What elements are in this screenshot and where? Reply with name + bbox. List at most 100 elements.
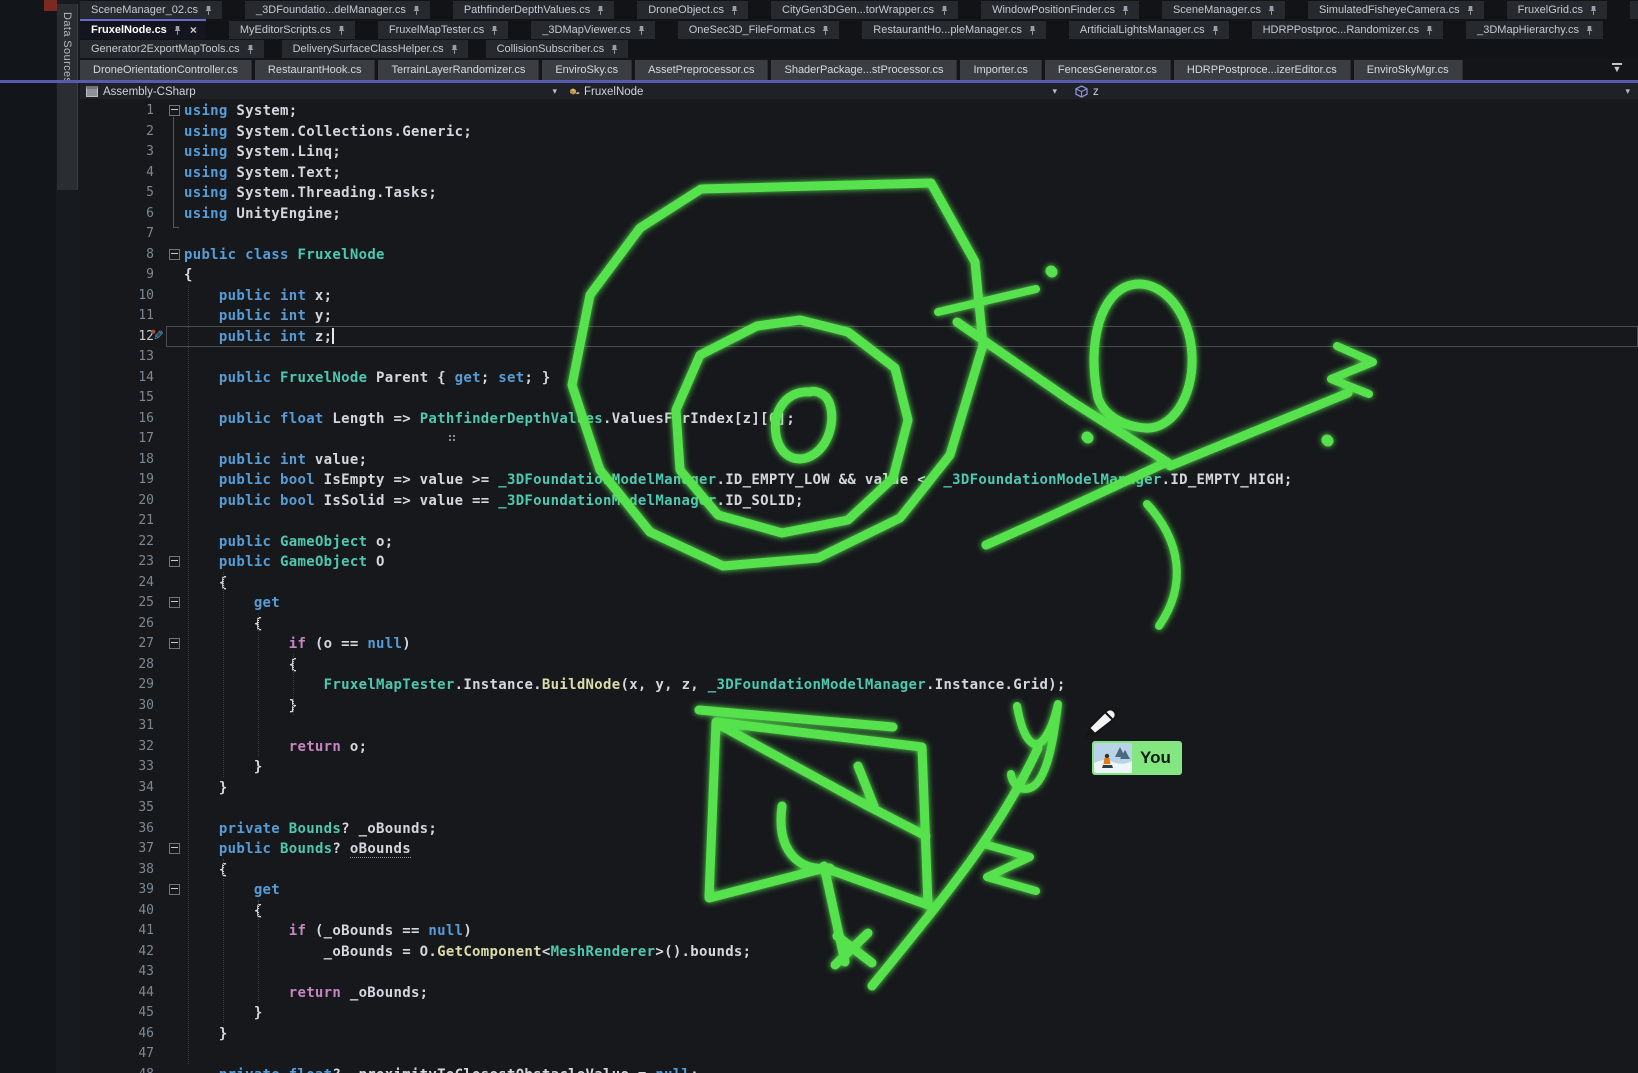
code-line-14[interactable]: 14 public FruxelNode Parent { get; set; … <box>80 367 1638 388</box>
code-line-30[interactable]: 30 } <box>80 695 1638 716</box>
code-line-19[interactable]: 19 public bool IsEmpty => value >= _3DFo… <box>80 469 1638 490</box>
pin-icon[interactable] <box>204 5 213 16</box>
fold-collapse-icon[interactable] <box>169 105 180 116</box>
pencil-cursor-icon[interactable] <box>1080 703 1122 745</box>
code-line-36[interactable]: 36 private Bounds? _oBounds; <box>80 818 1638 839</box>
pin-icon[interactable] <box>246 44 255 55</box>
tab-fencesgenerator-cs[interactable]: FencesGenerator.cs <box>1045 60 1171 80</box>
tab-fruxelnode-cs[interactable]: FruxelNode.cs× <box>80 19 206 39</box>
pin-icon[interactable] <box>1211 25 1220 36</box>
tab-enviroskymgr-cs[interactable]: EnviroSkyMgr.cs <box>1354 60 1463 80</box>
code-line-13[interactable]: 13 <box>80 346 1638 367</box>
tab-restauranthook-cs[interactable]: RestaurantHook.cs <box>255 60 376 80</box>
code-line-32[interactable]: 32 return o; <box>80 736 1638 757</box>
pin-icon[interactable] <box>1585 25 1594 36</box>
code-line-18[interactable]: 18 public int value; <box>80 449 1638 470</box>
code-line-39[interactable]: 39 get <box>80 879 1638 900</box>
pin-icon[interactable] <box>490 25 499 36</box>
pin-icon[interactable] <box>1267 5 1276 16</box>
tab-overflow-icon[interactable]: ▼ <box>1610 63 1624 76</box>
project-dropdown[interactable]: Assembly-CSharp ▾ <box>80 83 565 100</box>
code-line-1[interactable]: 1using System; <box>80 100 1638 121</box>
tab-hdrppostproce-izereditor-cs[interactable]: HDRPPostproce...izerEditor.cs <box>1174 60 1351 80</box>
code-line-26[interactable]: 26 { <box>80 613 1638 634</box>
code-line-42[interactable]: 42 _oBounds = O.GetComponent<MeshRendere… <box>80 941 1638 962</box>
code-line-5[interactable]: 5using System.Threading.Tasks; <box>80 182 1638 203</box>
fold-collapse-icon[interactable] <box>169 597 180 608</box>
tab-assetpreprocessor-cs[interactable]: AssetPreprocessor.cs <box>635 60 768 80</box>
code-line-17[interactable]: 17 <box>80 428 1638 449</box>
code-line-7[interactable]: 7 <box>80 223 1638 244</box>
chevron-down-icon[interactable]: ▾ <box>1625 86 1630 97</box>
code-line-4[interactable]: 4using System.Text; <box>80 162 1638 183</box>
code-line-20[interactable]: 20 public bool IsSolid => value == _3DFo… <box>80 490 1638 511</box>
code-line-29[interactable]: 29 FruxelMapTester.Instance.BuildNode(x,… <box>80 674 1638 695</box>
code-line-41[interactable]: 41 if (_oBounds == null) <box>80 920 1638 941</box>
pin-icon[interactable] <box>1466 5 1475 16</box>
code-line-44[interactable]: 44 return _oBounds; <box>80 982 1638 1003</box>
tab-3dmapviewer-cs[interactable]: _3DMapViewer.cs <box>531 21 654 39</box>
code-line-23[interactable]: 23 public GameObject O <box>80 551 1638 572</box>
code-line-9[interactable]: 9{ <box>80 264 1638 285</box>
fold-collapse-icon[interactable] <box>169 249 180 260</box>
tab-shaderpackage-stprocessor-cs[interactable]: ShaderPackage...stProcessor.cs <box>771 60 957 80</box>
tab-scenemanager-cs[interactable]: SceneManager.cs <box>1162 1 1285 19</box>
code-line-22[interactable]: 22 public GameObject o; <box>80 531 1638 552</box>
tab-3dmaphierarchy-cs[interactable]: _3DMapHierarchy.cs <box>1466 21 1603 39</box>
tab-droneobject-cs[interactable]: DroneObject.cs <box>637 1 748 19</box>
code-line-31[interactable]: 31 <box>80 715 1638 736</box>
tab-restaurantho-plemanager-cs[interactable]: RestaurantHo...pleManager.cs <box>862 21 1046 39</box>
tab-3dfoundatio-delmanager-cs[interactable]: _3DFoundatio...delManager.cs <box>245 1 430 19</box>
code-line-11[interactable]: 11 public int y; <box>80 305 1638 326</box>
type-dropdown[interactable]: FruxelNode ▾ <box>565 83 1065 100</box>
tab-pathfinderdepthvalues-cs[interactable]: PathfinderDepthValues.cs <box>453 1 614 19</box>
pin-icon[interactable] <box>412 5 421 16</box>
chevron-down-icon[interactable]: ▾ <box>1052 86 1057 97</box>
pin-icon[interactable] <box>821 25 830 36</box>
code-line-47[interactable]: 47 <box>80 1043 1638 1064</box>
code-line-24[interactable]: 24 { <box>80 572 1638 593</box>
code-line-25[interactable]: 25 get <box>80 592 1638 613</box>
tab-config-cs[interactable]: Config.cs <box>1630 1 1638 19</box>
pin-icon[interactable] <box>173 25 182 36</box>
code-line-48[interactable]: 48 private float? _proximityToClosestObs… <box>80 1064 1638 1073</box>
code-line-27[interactable]: 27 if (o == null) <box>80 633 1638 654</box>
pin-icon[interactable] <box>1589 5 1598 16</box>
tab-myeditorscripts-cs[interactable]: MyEditorScripts.cs <box>229 21 355 39</box>
tab-hdrppostproc-randomizer-cs[interactable]: HDRPPostproc...Randomizer.cs <box>1252 21 1444 39</box>
fold-collapse-icon[interactable] <box>169 884 180 895</box>
fold-collapse-icon[interactable] <box>169 843 180 854</box>
tab-fruxelgrid-cs[interactable]: FruxelGrid.cs <box>1507 1 1607 19</box>
pin-icon[interactable] <box>940 5 949 16</box>
code-line-15[interactable]: 15 <box>80 387 1638 408</box>
pin-icon[interactable] <box>730 5 739 16</box>
member-dropdown[interactable]: z ▾ <box>1065 83 1638 100</box>
code-line-43[interactable]: 43 <box>80 961 1638 982</box>
code-line-34[interactable]: 34 } <box>80 777 1638 798</box>
code-line-3[interactable]: 3using System.Linq; <box>80 141 1638 162</box>
code-line-10[interactable]: 10 public int x; <box>80 285 1638 306</box>
code-line-16[interactable]: 16 public float Length => PathfinderDept… <box>80 408 1638 429</box>
tab-droneorientationcontroller-cs[interactable]: DroneOrientationController.cs <box>80 60 252 80</box>
chevron-down-icon[interactable]: ▾ <box>552 86 557 97</box>
pin-icon[interactable] <box>637 25 646 36</box>
tab-fruxelmaptester-cs[interactable]: FruxelMapTester.cs <box>378 21 508 39</box>
code-line-21[interactable]: 21 <box>80 510 1638 531</box>
code-line-28[interactable]: 28 { <box>80 654 1638 675</box>
tab-simulatedfisheyecamera-cs[interactable]: SimulatedFisheyeCamera.cs <box>1308 1 1484 19</box>
code-line-46[interactable]: 46 } <box>80 1023 1638 1044</box>
data-sources-vertical-tab[interactable]: Data Sources <box>57 4 78 190</box>
code-line-45[interactable]: 45 } <box>80 1002 1638 1023</box>
code-line-2[interactable]: 2using System.Collections.Generic; <box>80 121 1638 142</box>
pin-icon[interactable] <box>610 44 619 55</box>
code-line-8[interactable]: 8public class FruxelNode <box>80 244 1638 265</box>
tab-artificiallightsmanager-cs[interactable]: ArtificialLightsManager.cs <box>1069 21 1229 39</box>
close-icon[interactable]: × <box>190 25 197 35</box>
code-editor[interactable]: 1using System;2using System.Collections.… <box>80 99 1638 1073</box>
code-line-35[interactable]: 35 <box>80 797 1638 818</box>
tab-onesec3d-fileformat-cs[interactable]: OneSec3D_FileFormat.cs <box>678 21 840 39</box>
code-line-38[interactable]: 38 { <box>80 859 1638 880</box>
tab-envirosky-cs[interactable]: EnviroSky.cs <box>542 60 632 80</box>
tab-generator2exportmaptools-cs[interactable]: Generator2ExportMapTools.cs <box>80 40 264 58</box>
tab-deliverysurfaceclasshelper-cs[interactable]: DeliverySurfaceClassHelper.cs <box>282 40 468 58</box>
